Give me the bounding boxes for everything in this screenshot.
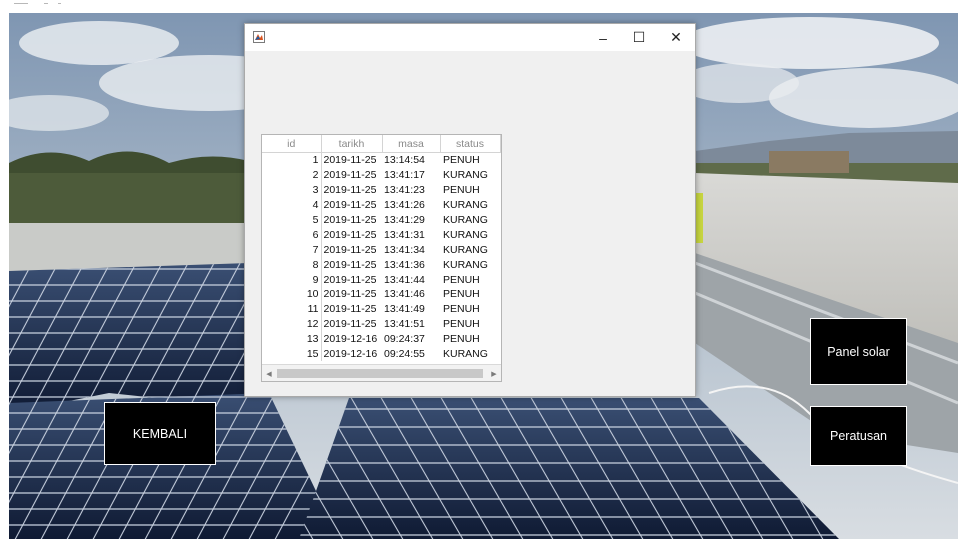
cell-id: 8 xyxy=(262,257,322,273)
cell-id: 10 xyxy=(262,287,322,302)
cell-tarikh: 2019-11-25 xyxy=(323,184,377,197)
cell-tarikh: 2019-11-25 xyxy=(323,214,377,226)
cell-id: 5 xyxy=(262,212,322,228)
window-titlebar[interactable]: – ☐ ✕ xyxy=(245,24,695,51)
cell-status: PENUH xyxy=(443,154,480,167)
cell-status: KURANG xyxy=(443,169,488,182)
cell-tarikh: 2019-11-25 xyxy=(323,318,377,331)
table-row[interactable]: 1 2019-11-25 13:14:54 PENUH xyxy=(262,152,500,168)
records-table: id tarikh masa status 1 2019-11-25 13:14:5… xyxy=(262,135,501,362)
table-row[interactable]: 9 2019-11-25 13:41:44 PENUH xyxy=(262,272,500,288)
kembali-button[interactable]: KEMBALI xyxy=(104,402,216,465)
scroll-left-icon[interactable]: ◀ xyxy=(262,365,276,381)
table-row[interactable]: 5 2019-11-25 13:41:29 KURANG xyxy=(262,212,500,228)
table-row[interactable]: 12 2019-11-25 13:41:51 PENUH xyxy=(262,316,500,332)
cell-id: 4 xyxy=(262,197,322,213)
cell-tarikh: 2019-12-16 xyxy=(323,333,378,346)
cell-status: KURANG xyxy=(443,228,488,241)
cell-tarikh: 2019-11-25 xyxy=(323,199,377,212)
table-row[interactable]: 6 2019-11-25 13:41:31 KURANG xyxy=(262,227,500,243)
data-table[interactable]: id tarikh masa status 1 2019-11-25 13:14:5… xyxy=(261,134,502,382)
close-button[interactable]: ✕ xyxy=(659,24,693,51)
panel-solar-button[interactable]: Panel solar xyxy=(810,318,907,385)
figure-window-icon xyxy=(253,31,265,43)
cell-status: KURANG xyxy=(443,199,488,212)
column-header-masa[interactable]: masa xyxy=(382,135,441,153)
cell-status: KURANG xyxy=(443,243,488,256)
table-row[interactable]: 4 2019-11-25 13:41:26 KURANG xyxy=(262,197,500,213)
cell-masa: 13:41:17 xyxy=(384,169,425,182)
table-row[interactable]: 8 2019-11-25 13:41:36 KURANG xyxy=(262,257,500,273)
cell-status: KURANG xyxy=(443,348,488,361)
cell-id: 9 xyxy=(262,272,322,288)
close-icon: ✕ xyxy=(670,29,682,45)
cell-status: PENUH xyxy=(443,303,480,316)
column-header-id[interactable]: id xyxy=(262,135,322,153)
minimize-icon: – xyxy=(599,29,607,46)
cell-id: 15 xyxy=(262,346,322,362)
cell-masa: 13:41:46 xyxy=(384,288,425,301)
cell-masa: 13:14:54 xyxy=(384,154,425,167)
cell-masa: 13:41:36 xyxy=(384,258,425,271)
scrollbar-thumb[interactable] xyxy=(277,369,483,378)
cell-tarikh: 2019-11-25 xyxy=(323,303,377,316)
cell-id: 13 xyxy=(262,331,322,347)
cell-tarikh: 2019-11-25 xyxy=(323,258,377,271)
cell-tarikh: 2019-11-25 xyxy=(323,273,377,286)
horizontal-scrollbar[interactable]: ◀ ▶ xyxy=(262,364,501,381)
cell-masa: 13:41:34 xyxy=(384,243,425,256)
cell-id: 6 xyxy=(262,227,322,243)
cell-status: PENUH xyxy=(443,318,480,331)
table-row[interactable]: 13 2019-12-16 09:24:37 PENUH xyxy=(262,331,500,347)
cell-masa: 09:24:37 xyxy=(384,333,425,346)
peratusan-button[interactable]: Peratusan xyxy=(810,406,907,466)
top-strip-mark xyxy=(14,3,28,4)
cell-masa: 13:41:23 xyxy=(384,184,425,197)
table-row[interactable]: 11 2019-11-25 13:41:49 PENUH xyxy=(262,301,500,317)
table-header-row: id tarikh masa status xyxy=(262,135,501,153)
table-row[interactable]: 3 2019-11-25 13:41:23 PENUH xyxy=(262,182,500,198)
cell-tarikh: 2019-11-25 xyxy=(323,169,377,182)
cell-masa: 13:41:29 xyxy=(384,214,425,226)
cell-status: KURANG xyxy=(443,258,488,271)
cell-tarikh: 2019-11-25 xyxy=(323,154,377,167)
cell-masa: 13:41:51 xyxy=(384,318,425,331)
column-header-status[interactable]: status xyxy=(440,135,501,153)
cell-masa: 13:41:44 xyxy=(384,273,425,286)
cell-status: PENUH xyxy=(443,184,480,197)
table-row[interactable]: 7 2019-11-25 13:41:34 KURANG xyxy=(262,242,500,258)
cell-id: 11 xyxy=(262,301,322,317)
scroll-right-icon[interactable]: ▶ xyxy=(487,365,501,381)
cell-status: PENUH xyxy=(443,288,480,301)
cell-status: PENUH xyxy=(443,273,480,286)
table-row[interactable]: 10 2019-11-25 13:41:46 PENUH xyxy=(262,287,500,302)
cell-id: 1 xyxy=(262,152,322,168)
top-strip-mark xyxy=(58,3,61,4)
maximize-icon: ☐ xyxy=(632,29,646,45)
table-row[interactable]: 2 2019-11-25 13:41:17 KURANG xyxy=(262,167,500,183)
cell-tarikh: 2019-11-25 xyxy=(323,243,377,256)
cell-masa: 13:41:31 xyxy=(384,228,425,241)
cell-masa: 09:24:55 xyxy=(384,348,425,361)
cell-status: PENUH xyxy=(443,333,480,346)
cell-tarikh: 2019-11-25 xyxy=(323,288,377,301)
figure-window: – ☐ ✕ id tarikh masa status 1 2019-11-25 1… xyxy=(244,23,696,397)
cell-status: KURANG xyxy=(443,214,488,226)
minimize-button[interactable]: – xyxy=(586,24,620,51)
top-strip-mark xyxy=(44,3,48,4)
cell-tarikh: 2019-11-25 xyxy=(323,228,377,241)
table-row[interactable]: 15 2019-12-16 09:24:55 KURANG xyxy=(262,346,500,362)
cell-masa: 13:41:26 xyxy=(384,199,425,212)
top-strip xyxy=(0,0,958,13)
cell-id: 7 xyxy=(262,242,322,258)
maximize-button[interactable]: ☐ xyxy=(622,24,656,51)
cell-id: 2 xyxy=(262,167,322,183)
cell-id: 12 xyxy=(262,316,322,332)
column-header-tarikh[interactable]: tarikh xyxy=(321,135,383,153)
cell-masa: 13:41:49 xyxy=(384,303,425,316)
cell-tarikh: 2019-12-16 xyxy=(323,348,378,361)
cell-id: 3 xyxy=(262,182,322,198)
